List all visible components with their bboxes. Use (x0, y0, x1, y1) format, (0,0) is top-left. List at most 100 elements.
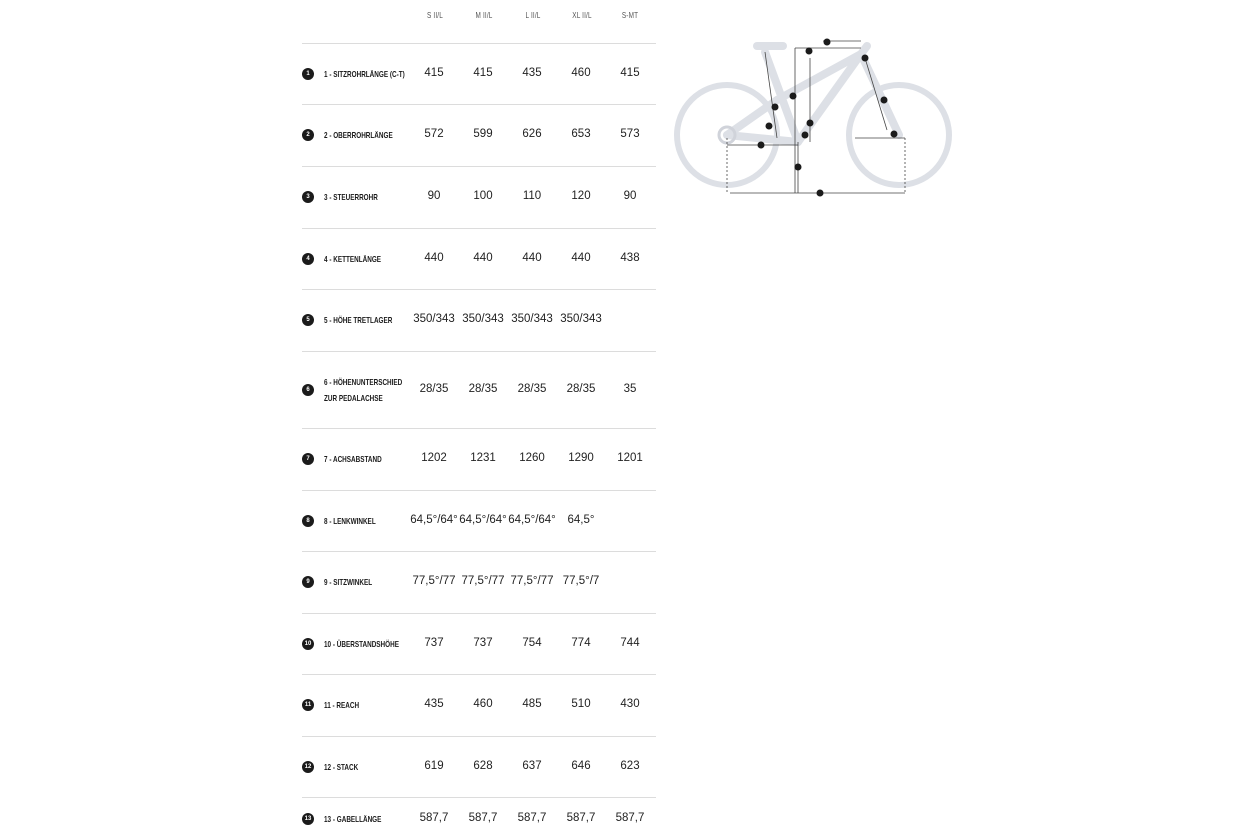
cell-value: 350/343 (511, 313, 553, 325)
marker-7 (816, 189, 824, 197)
cell-value: 28/35 (468, 382, 498, 395)
column-header-s: S II/L (427, 11, 443, 20)
cell-value: 350/343 (413, 313, 455, 325)
cell-value: 460 (473, 698, 493, 710)
cell-value: 440 (571, 251, 591, 264)
cell-value: 599 (473, 128, 493, 140)
table-header: S II/L M II/L L II/L XL II/L S-MT (302, 0, 656, 44)
row-label: 9 - SITZWINKEL (324, 577, 373, 587)
column-header-l: L II/L (525, 11, 541, 20)
column-header-m: M II/L (475, 11, 493, 20)
cell-value: 628 (473, 759, 493, 772)
cell-value: 110 (522, 190, 542, 202)
row-number-badge: 4 (302, 252, 314, 265)
cell-value: 350/343 (462, 313, 504, 325)
cell-value: 100 (473, 190, 493, 202)
cell-value: 415 (473, 66, 493, 79)
cell-value: 430 (620, 698, 640, 710)
dimension-markers (757, 38, 898, 197)
row-label: 5 - HÖHE TRETLAGER (324, 315, 393, 325)
row-number-badge: 7 (302, 453, 314, 465)
cell-value: 587,7 (517, 811, 547, 824)
cell-value: 415 (620, 66, 640, 79)
row-label: 12 - STACK (324, 761, 359, 772)
row-label: 7 - ACHSABSTAND (324, 454, 382, 464)
cell-value: 35 (623, 382, 637, 395)
marker-13 (880, 96, 888, 104)
cell-value: 587,7 (615, 811, 645, 824)
cell-value: 1260 (519, 452, 545, 464)
table-row: 88 - LENKWINKEL 64,5°/64° 64,5°/64° 64,5°/6… (302, 490, 656, 552)
column-header-s-mt: S-MT (621, 11, 639, 20)
cell-value: 653 (571, 128, 591, 140)
table-row: 4 4 - KETTENLÄNGE 440 440 440 440 438 (302, 228, 656, 290)
cell-value: 28/35 (419, 382, 449, 395)
row-number-badge: 13 (302, 812, 314, 825)
column-header-xl: XL II/L (572, 11, 592, 20)
table-row: 6 6 - HÖHENUNTERSCHIED ZUR PEDALACHSE 28/35… (302, 351, 656, 429)
cell-value: 435 (522, 66, 542, 79)
marker-6 (801, 131, 809, 139)
cell-value: 90 (623, 190, 637, 202)
row-number-badge: 11 (302, 699, 314, 711)
table-row: 99 - SITZWINKEL 77,5°/77 77,5°/77 77,5°/77 7… (302, 551, 656, 614)
row-label: 3 - STEUERROHR (324, 192, 378, 202)
row-number-badge: 1 (302, 67, 314, 80)
row-number-badge: 12 (302, 760, 314, 773)
marker-9 (765, 122, 773, 130)
cell-value: 619 (424, 759, 444, 772)
cell-value: 64,5° (567, 513, 595, 526)
table-row: 3 3 - STEUERROHR 90 100 110 120 90 (302, 166, 656, 229)
row-number-badge: 8 (302, 514, 314, 527)
marker-3 (861, 54, 869, 62)
cell-value: 1201 (617, 452, 643, 464)
row-number-badge: 9 (302, 576, 314, 588)
row-label: 4 - KETTENLÄNGE (324, 253, 382, 264)
row-label: 2 - OBERROHRLÄNGE (324, 130, 393, 140)
cell-value: 64,5°/64° (459, 513, 507, 526)
cell-value: 637 (522, 759, 542, 772)
marker-8 (890, 130, 898, 138)
marker-10 (806, 119, 814, 127)
row-label: 13 - GABELLÄNGE (324, 813, 382, 824)
cell-value: 572 (424, 128, 444, 140)
cell-value: 440 (473, 251, 493, 264)
cell-value: 77,5°/77 (412, 575, 456, 587)
cell-value: 28/35 (517, 382, 547, 395)
row-label: 8 - LENKWINKEL (324, 515, 376, 526)
cell-value: 77,5°/77 (461, 575, 505, 587)
marker-11 (823, 38, 831, 46)
marker-5 (794, 163, 802, 171)
row-label: 6 - HÖHENUNTERSCHIED (324, 376, 403, 387)
row-number-badge: 5 (302, 314, 314, 326)
table-row: 1 1 - SITZROHRLÄNGE (C-T) 415 415 435 460 415 (302, 43, 656, 105)
table-row: 7 7 - ACHSABSTAND 1202 1231 1260 1290 1201 (302, 428, 656, 491)
cell-value: 737 (473, 636, 493, 649)
table-row: 13 13 - GABELLÄNGE 587,7 587,7 587,7 587,7 587… (302, 797, 656, 840)
row-number-badge: 3 (302, 191, 314, 203)
row-number-badge: 6 (302, 383, 314, 396)
table-row: 5 5 - HÖHE TRETLAGER 350/343 350/343 350/343… (302, 289, 656, 352)
cell-value: 438 (620, 251, 640, 264)
cell-value: 646 (571, 759, 591, 772)
cell-value: 440 (424, 251, 444, 264)
row-label: 11 - REACH (324, 700, 360, 710)
cell-value: 435 (424, 698, 444, 710)
cell-value: 120 (571, 190, 591, 202)
cell-value: 64,5°/64° (508, 513, 556, 526)
cell-value: 623 (620, 759, 640, 772)
row-label: 10 - ÜBERSTANDSHÖHE (324, 638, 399, 649)
cell-value: 1290 (568, 452, 594, 464)
cell-value: 64,5°/64° (410, 513, 458, 526)
cell-value: 587,7 (468, 811, 498, 824)
cell-value: 587,7 (566, 811, 596, 824)
cell-value: 28/35 (566, 382, 596, 395)
marker-1 (771, 103, 779, 111)
cell-value: 626 (522, 128, 542, 140)
cell-value: 774 (571, 636, 591, 649)
table-row: 11 11 - REACH 435 460 485 510 430 (302, 674, 656, 737)
table-row: 2 2 - OBERROHRLÄNGE 572 599 626 653 573 (302, 104, 656, 167)
row-number-badge: 10 (302, 637, 314, 650)
cell-value: 573 (620, 128, 640, 140)
marker-2 (805, 47, 813, 55)
